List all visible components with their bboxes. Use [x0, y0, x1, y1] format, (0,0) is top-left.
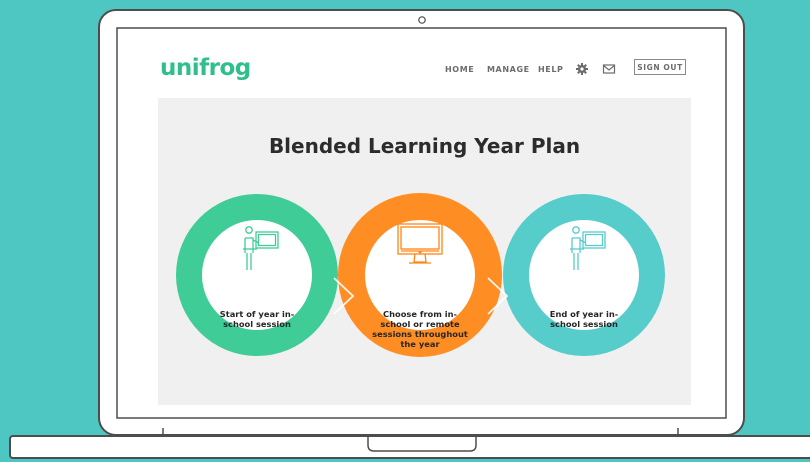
laptop-screen: unifrog HOME MANAGE HELP SIGN OUT Blende…	[118, 29, 725, 417]
year-plan-diagram	[176, 193, 665, 357]
nav-manage-link[interactable]: MANAGE	[487, 65, 530, 74]
nav-home-link[interactable]: HOME	[445, 65, 474, 74]
step-1-label: Start of year in-school session	[219, 309, 295, 329]
mail-icon[interactable]	[602, 62, 616, 76]
step-2-label: Choose from in-school or remote sessions…	[372, 309, 468, 349]
unifrog-logo[interactable]: unifrog	[160, 55, 251, 81]
sign-out-button[interactable]: SIGN OUT	[634, 59, 686, 75]
nav-help-link[interactable]: HELP	[538, 65, 564, 74]
gear-icon[interactable]	[575, 62, 589, 76]
step-3-label: End of year in-school session	[549, 309, 619, 329]
year-plan-panel: Blended Learning Year Plan Start of year…	[158, 98, 691, 405]
